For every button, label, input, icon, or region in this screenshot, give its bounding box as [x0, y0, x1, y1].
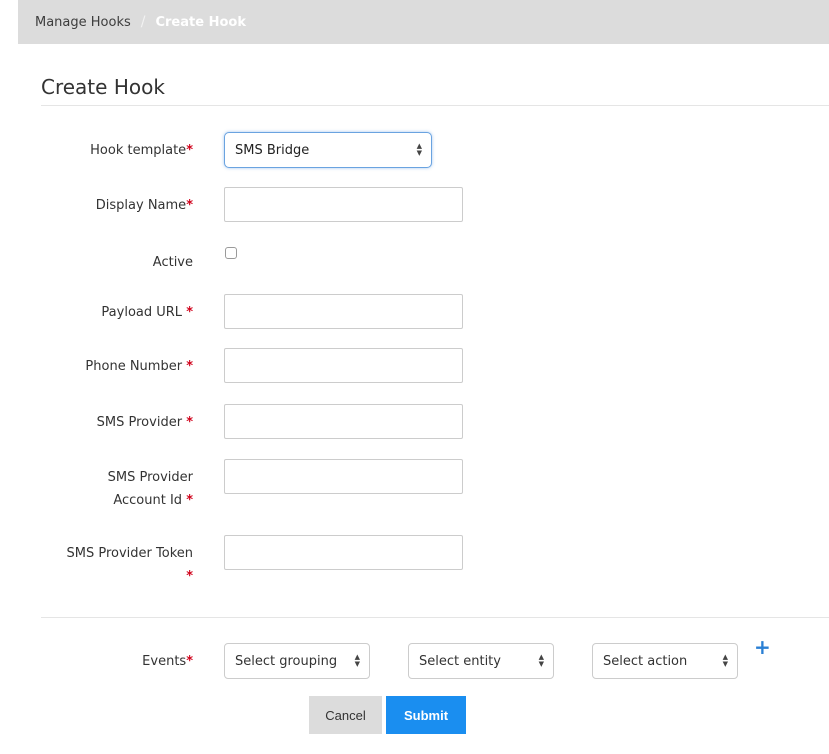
required-marker: * [186, 305, 193, 320]
phone-number-input[interactable] [224, 348, 463, 383]
active-checkbox[interactable] [225, 247, 237, 259]
display-name-label: Display Name* [95, 198, 193, 213]
required-marker: * [186, 198, 193, 213]
required-marker: * [186, 415, 193, 430]
payload-url-label: Payload URL * [101, 305, 193, 320]
title-divider [41, 105, 829, 106]
breadcrumb-create-hook: Create Hook [155, 14, 246, 30]
required-marker: * [186, 493, 193, 508]
sms-provider-token-label: SMS Provider Token * [66, 546, 194, 584]
submit-button[interactable]: Submit [386, 696, 466, 734]
hook-template-value: SMS Bridge [235, 142, 310, 158]
up-down-arrows-icon: ▲ ▼ [722, 653, 728, 668]
create-hook-page: Manage Hooks / Create Hook Create Hook H… [0, 0, 829, 754]
payload-url-input[interactable] [224, 294, 463, 329]
select-action-dropdown[interactable]: Select action ▲ ▼ [592, 643, 738, 679]
hook-template-select[interactable]: SMS Bridge ▲ ▼ [224, 132, 432, 168]
page-title: Create Hook [41, 75, 165, 99]
sms-provider-token-input[interactable] [224, 535, 463, 570]
phone-number-label: Phone Number * [85, 359, 193, 374]
sms-provider-input[interactable] [224, 404, 463, 439]
active-label: Active [152, 255, 193, 270]
section-divider [41, 617, 829, 618]
select-entity-dropdown[interactable]: Select entity ▲ ▼ [408, 643, 554, 679]
up-down-arrows-icon: ▲ ▼ [354, 653, 360, 668]
cancel-button[interactable]: Cancel [309, 696, 382, 734]
events-label: Events* [142, 654, 193, 669]
display-name-input[interactable] [224, 187, 463, 222]
required-marker: * [186, 359, 193, 374]
up-down-arrows-icon: ▲ ▼ [538, 653, 544, 668]
breadcrumb: Manage Hooks / Create Hook [18, 0, 829, 44]
sms-provider-account-id-label: SMS Provider Account Id * [107, 470, 193, 508]
select-grouping-dropdown[interactable]: Select grouping ▲ ▼ [224, 643, 370, 679]
required-marker: * [186, 143, 193, 158]
breadcrumb-separator: / [140, 14, 146, 30]
hook-template-label: Hook template* [90, 143, 193, 158]
plus-icon[interactable]: + [754, 635, 771, 659]
required-marker: * [186, 654, 193, 669]
up-down-arrows-icon: ▲ ▼ [416, 142, 422, 157]
sms-provider-account-id-input[interactable] [224, 459, 463, 494]
required-marker: * [186, 569, 193, 584]
sms-provider-label: SMS Provider * [96, 415, 193, 430]
breadcrumb-manage-hooks[interactable]: Manage Hooks [35, 15, 131, 30]
